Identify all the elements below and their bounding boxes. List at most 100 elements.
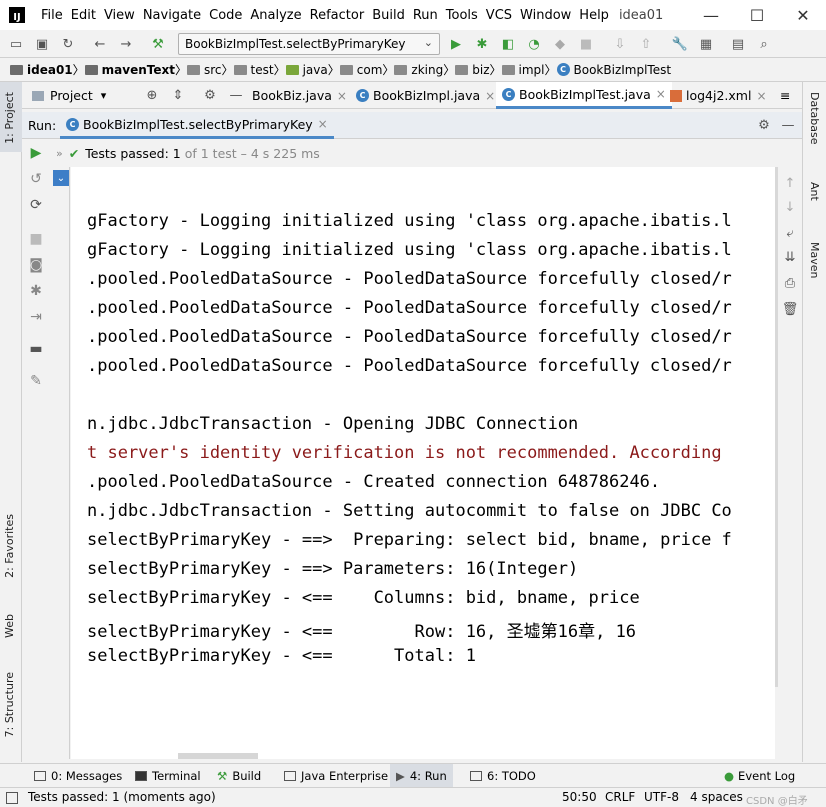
gear-icon[interactable]: ⚙	[756, 117, 772, 133]
hide-panel-icon[interactable]: —	[780, 117, 796, 133]
tab-bookbizimpltest-java[interactable]: C BookBizImplTest.java ×	[496, 82, 672, 109]
tab-log4j2-xml[interactable]: log4j2.xml ×	[664, 82, 773, 109]
horizontal-scrollbar[interactable]	[178, 753, 258, 759]
stop-icon[interactable]: ■	[578, 36, 594, 52]
breadcrumb-item[interactable]: java	[285, 63, 328, 77]
tab-bookbizimpl-java[interactable]: C BookBizImpl.java ×	[350, 82, 501, 109]
database-tool-tab[interactable]: Database	[808, 92, 821, 145]
close-window-button[interactable]: ✕	[780, 0, 826, 30]
run-icon[interactable]: ▶	[448, 36, 464, 52]
console-output[interactable]: gFactory - Logging initialized using 'cl…	[71, 167, 775, 759]
menu-window[interactable]: Window	[516, 8, 575, 23]
menu-build[interactable]: Build	[368, 8, 409, 23]
profile-icon[interactable]: ◔	[526, 36, 542, 52]
menu-help[interactable]: Help	[575, 8, 613, 23]
tab-build[interactable]: ⚒ Build	[217, 764, 261, 788]
menu-view[interactable]: View	[100, 8, 139, 23]
breadcrumb-item[interactable]: C BookBizImplTest	[556, 63, 671, 77]
vcs-update-icon[interactable]: ⇩	[612, 36, 628, 52]
breadcrumb-item[interactable]: biz	[455, 63, 490, 77]
scroll-to-end-icon[interactable]: ⇊	[782, 249, 798, 265]
line-separator[interactable]: CRLF	[605, 790, 635, 804]
run-ant-icon[interactable]: ◆	[552, 36, 568, 52]
soft-wrap-icon[interactable]: ⤶	[782, 225, 798, 241]
structure-tool-tab[interactable]: 7: Structure	[3, 672, 16, 737]
stop-icon[interactable]: ■	[28, 231, 44, 247]
indent-setting[interactable]: 4 spaces	[690, 790, 743, 804]
tab-todo[interactable]: 6: TODO	[470, 764, 536, 788]
maximize-button[interactable]: ☐	[734, 0, 780, 30]
run-configuration-selector[interactable]: BookBizImplTest.selectByPrimaryKey ⌄	[178, 33, 440, 55]
chevron-down-icon[interactable]: ▾	[101, 89, 107, 102]
menu-vcs[interactable]: VCS	[482, 8, 516, 23]
chevron-down-icon[interactable]: ⌄	[53, 170, 69, 186]
terminal-icon[interactable]: ▤	[730, 36, 746, 52]
collapse-all-icon[interactable]: ⇕	[170, 87, 186, 103]
close-icon[interactable]: ×	[337, 89, 347, 103]
rerun-icon[interactable]: ▶	[28, 145, 44, 161]
double-chevron-icon[interactable]: »	[56, 147, 63, 160]
close-icon[interactable]: ×	[756, 89, 766, 103]
minimize-button[interactable]: —	[688, 0, 734, 30]
build-icon[interactable]: ⚒	[150, 36, 166, 52]
breadcrumb-item[interactable]: com	[339, 63, 382, 77]
sync-icon[interactable]: ↻	[60, 36, 76, 52]
forward-icon[interactable]: →	[118, 36, 134, 52]
favorites-tool-tab[interactable]: 2: Favorites	[3, 514, 16, 578]
trash-icon[interactable]: 🗑	[782, 301, 799, 317]
breadcrumb-item[interactable]: mavenText	[84, 63, 175, 77]
folder-open-icon[interactable]: ▭	[8, 36, 24, 52]
tab-terminal[interactable]: Terminal	[135, 764, 201, 788]
gear-icon[interactable]: ⚙	[202, 87, 218, 103]
rerun-failed-icon[interactable]: ↺	[28, 171, 44, 187]
debug-icon[interactable]: ✱	[28, 283, 44, 299]
maven-tool-tab[interactable]: Maven	[808, 242, 821, 278]
menu-analyze[interactable]: Analyze	[246, 8, 305, 23]
breadcrumb-item[interactable]: idea01	[10, 63, 73, 77]
menu-file[interactable]: File	[37, 8, 67, 23]
back-icon[interactable]: ←	[92, 36, 108, 52]
vcs-commit-icon[interactable]: ⇧	[638, 36, 654, 52]
login-icon[interactable]: ⇥	[28, 309, 44, 325]
pin-icon[interactable]: ✎	[28, 373, 44, 389]
print-icon[interactable]: ⎙	[782, 275, 798, 291]
save-icon[interactable]: ▣	[34, 36, 50, 52]
project-structure-icon[interactable]: ▦	[698, 36, 714, 52]
settings-icon[interactable]: 🔧	[672, 36, 688, 52]
locate-target-icon[interactable]: ⊕	[144, 87, 160, 103]
coverage-icon[interactable]: ◧	[500, 36, 516, 52]
close-icon[interactable]: ×	[318, 117, 328, 131]
search-icon[interactable]: ⌕	[756, 36, 772, 52]
vertical-scrollbar[interactable]	[775, 167, 778, 687]
menu-run[interactable]: Run	[409, 8, 442, 23]
down-arrow-icon[interactable]: ↓	[782, 199, 798, 215]
menu-tools[interactable]: Tools	[442, 8, 482, 23]
debug-icon[interactable]: ✱	[474, 36, 490, 52]
up-arrow-icon[interactable]: ↑	[782, 175, 798, 191]
file-encoding[interactable]: UTF-8	[644, 790, 679, 804]
web-tool-tab[interactable]: Web	[3, 614, 16, 638]
breadcrumb-item[interactable]: zking	[394, 63, 443, 77]
menu-edit[interactable]: Edit	[67, 8, 100, 23]
layout-icon[interactable]: ▬	[28, 341, 44, 357]
tab-overflow-menu[interactable]: ≡	[774, 82, 796, 109]
tab-bookbiz-java[interactable]: BookBiz.java ×	[246, 82, 353, 109]
hide-panel-icon[interactable]: —	[228, 87, 244, 103]
menu-code[interactable]: Code	[205, 8, 246, 23]
toggle-tool-windows-icon[interactable]	[6, 792, 18, 804]
breadcrumb-item[interactable]: src	[186, 63, 222, 77]
breadcrumb-item[interactable]: test	[233, 63, 274, 77]
menu-navigate[interactable]: Navigate	[139, 8, 205, 23]
caret-position[interactable]: 50:50	[562, 790, 597, 804]
breadcrumb-item[interactable]: impl	[501, 63, 545, 77]
tab-messages[interactable]: 0: Messages	[34, 764, 122, 788]
close-icon[interactable]: ×	[485, 89, 495, 103]
tab-run[interactable]: ▶ 4: Run	[390, 764, 453, 788]
project-tool-tab[interactable]: 1: Project	[3, 92, 16, 144]
menu-refactor[interactable]: Refactor	[306, 8, 369, 23]
camera-icon[interactable]: ◙	[28, 257, 44, 273]
toggle-auto-test-icon[interactable]: ⟳	[28, 197, 44, 213]
tab-java-enterprise[interactable]: Java Enterprise	[284, 764, 388, 788]
run-session-tab[interactable]: C BookBizImplTest.selectByPrimaryKey ×	[60, 112, 334, 139]
project-panel-header[interactable]: Project ▾	[26, 82, 112, 109]
